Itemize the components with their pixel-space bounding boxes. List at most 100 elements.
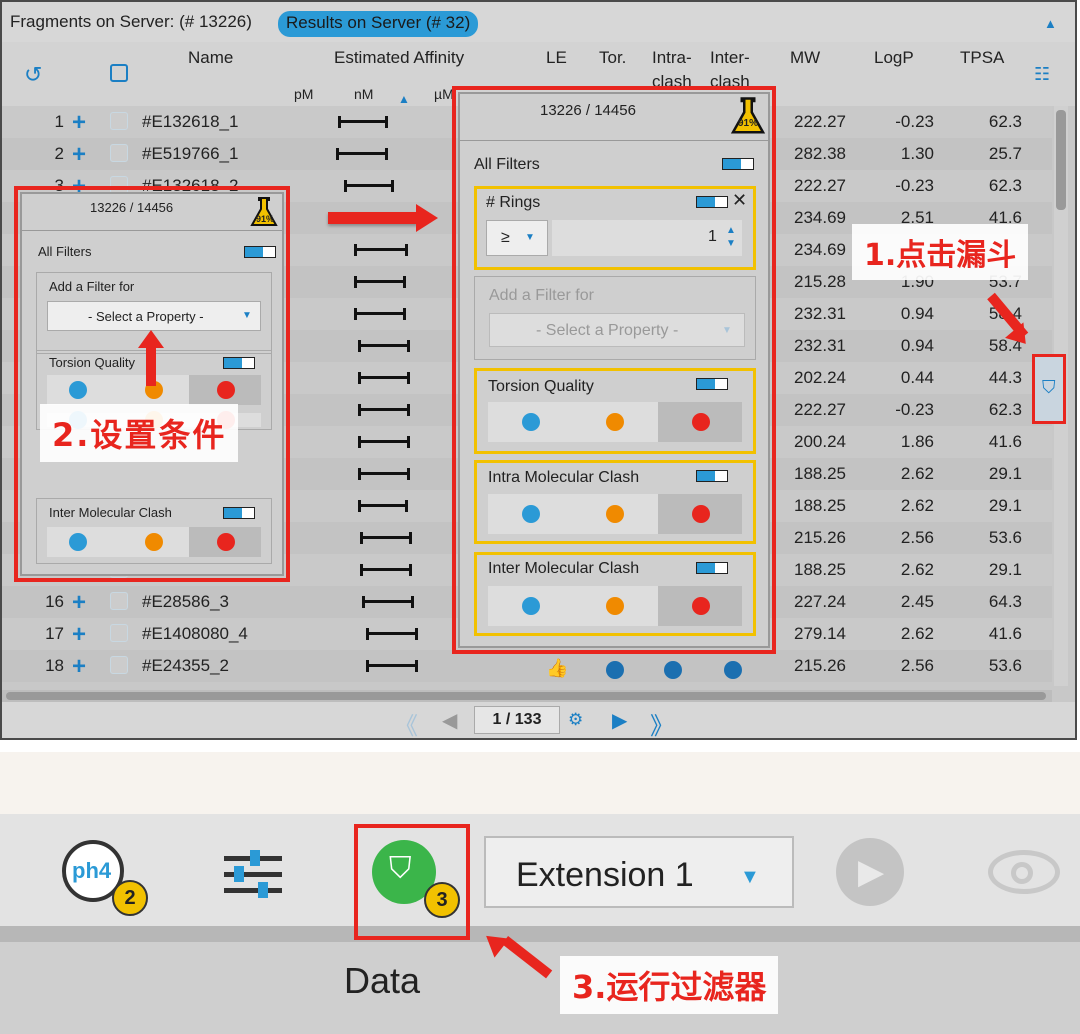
column-settings-icon[interactable]: ☷	[1034, 64, 1050, 85]
filter-sidebar-tab[interactable]: ⛉	[1032, 354, 1066, 424]
red-dot[interactable]	[692, 413, 710, 431]
intra-toggle[interactable]	[696, 470, 728, 482]
col-inter[interactable]: Inter-	[710, 48, 750, 68]
red-dot[interactable]	[217, 381, 235, 399]
row-checkbox[interactable]	[110, 656, 128, 674]
eye-icon[interactable]	[988, 850, 1060, 894]
undo-icon[interactable]: ↺	[24, 62, 42, 88]
next-page-icon[interactable]: ▶	[612, 708, 627, 733]
first-page-icon[interactable]: 《	[394, 706, 418, 741]
affinity-bar	[336, 148, 388, 160]
data-tab-label[interactable]: Data	[344, 960, 420, 1002]
affinity-bar	[360, 532, 412, 544]
intra-selector[interactable]	[488, 494, 742, 534]
orange-dot[interactable]	[606, 505, 624, 523]
affinity-bar	[358, 468, 410, 480]
row-mw: 215.26	[794, 656, 846, 675]
add-icon[interactable]: +	[72, 591, 86, 615]
property-select[interactable]: - Select a Property - ▼	[47, 301, 261, 331]
col-mw[interactable]: MW	[790, 48, 820, 68]
rings-toggle[interactable]	[696, 196, 728, 208]
affinity-bar	[358, 340, 410, 352]
col-intra[interactable]: Intra-	[652, 48, 692, 68]
row-logp: 2.45	[900, 592, 934, 611]
row-name: #E519766_1	[142, 144, 239, 163]
play-button[interactable]: ▶	[836, 838, 904, 906]
row-checkbox[interactable]	[110, 112, 128, 130]
col-tor[interactable]: Tor.	[599, 48, 626, 68]
col-name[interactable]: Name	[188, 48, 233, 68]
affinity-bar	[358, 404, 410, 416]
prev-page-icon[interactable]: ◀	[442, 708, 457, 733]
step1-label: 1.点击漏斗	[852, 224, 1029, 280]
page-indicator[interactable]: 1 / 133	[474, 706, 560, 734]
sliders-icon[interactable]	[224, 850, 282, 898]
torsion-selector[interactable]	[488, 402, 742, 442]
row-name: #E132618_1	[142, 112, 239, 131]
orange-dot[interactable]	[606, 597, 624, 615]
property-select[interactable]: - Select a Property - ▼	[489, 313, 745, 347]
blue-dot[interactable]	[522, 505, 540, 523]
row-logp: 0.94	[900, 304, 934, 323]
results-tab[interactable]: Results on Server (# 32)	[278, 11, 479, 37]
step2-label: 2.设置条件	[40, 404, 239, 462]
row-checkbox[interactable]	[110, 592, 128, 610]
close-icon[interactable]: ✕	[732, 190, 747, 211]
col-affinity[interactable]: Estimated Affinity	[334, 48, 464, 68]
row-number: 18	[45, 656, 64, 675]
blue-dot[interactable]	[522, 413, 540, 431]
flask-percent: 91%	[256, 214, 275, 224]
row-tpsa: 53.6	[988, 528, 1022, 547]
torsion-toggle[interactable]	[223, 357, 255, 369]
orange-dot[interactable]	[145, 533, 163, 551]
add-filter-label: Add a Filter for	[49, 279, 135, 294]
sort-asc-icon[interactable]: ▲	[398, 92, 410, 106]
blue-dot[interactable]	[69, 533, 87, 551]
unit-pm: pM	[294, 86, 314, 102]
add-icon[interactable]: +	[72, 655, 86, 679]
row-checkbox[interactable]	[110, 624, 128, 642]
row-tpsa: 41.6	[988, 432, 1022, 451]
collapse-icon[interactable]: ▲	[1044, 16, 1057, 31]
red-dot[interactable]	[692, 597, 710, 615]
stepper-icon[interactable]: ▲ ▼	[726, 224, 736, 250]
inter-selector[interactable]	[47, 527, 261, 557]
torsion-toggle[interactable]	[696, 378, 728, 390]
inter-toggle[interactable]	[223, 507, 255, 519]
red-dot[interactable]	[217, 533, 235, 551]
settings-gear-icon[interactable]: ⚙	[568, 710, 583, 730]
add-icon[interactable]: +	[72, 623, 86, 647]
extension-select[interactable]: Extension 1 ▼	[484, 836, 794, 908]
add-icon[interactable]: +	[72, 143, 86, 167]
rings-label: # Rings	[486, 194, 541, 211]
add-filter-label: Add a Filter for	[489, 287, 594, 304]
row-tpsa: 64.3	[988, 592, 1022, 611]
row-mw: 232.31	[794, 304, 846, 323]
inter-selector[interactable]	[488, 586, 742, 626]
select-all-checkbox[interactable]	[110, 64, 128, 82]
blue-dot[interactable]	[522, 597, 540, 615]
horizontal-scrollbar[interactable]	[2, 690, 1052, 702]
add-icon[interactable]: +	[72, 111, 86, 135]
last-page-icon[interactable]: 》	[650, 706, 674, 741]
rings-value-input[interactable]: 1 ▲ ▼	[552, 220, 742, 256]
all-filters-toggle[interactable]	[722, 158, 754, 170]
col-le[interactable]: LE	[546, 48, 567, 68]
col-logp[interactable]: LogP	[874, 48, 914, 68]
row-checkbox[interactable]	[110, 144, 128, 162]
operator-select[interactable]: ≥ ▼	[486, 220, 548, 256]
row-tpsa: 29.1	[988, 560, 1022, 579]
inter-toggle[interactable]	[696, 562, 728, 574]
affinity-bar	[362, 596, 414, 608]
orange-dot[interactable]	[606, 413, 624, 431]
red-dot[interactable]	[692, 505, 710, 523]
table-row[interactable]: 18 + #E24355_2 215.26 2.56 53.6	[2, 650, 1052, 682]
all-filters-toggle[interactable]	[244, 246, 276, 258]
inter-label: Inter Molecular Clash	[488, 560, 640, 577]
col-tpsa[interactable]: TPSA	[960, 48, 1004, 68]
hscroll-thumb[interactable]	[6, 692, 1046, 700]
blue-dot[interactable]	[69, 381, 87, 399]
funnel-icon: ⛉	[1042, 377, 1056, 397]
row-mw: 188.25	[794, 496, 846, 515]
scroll-thumb[interactable]	[1056, 110, 1066, 210]
